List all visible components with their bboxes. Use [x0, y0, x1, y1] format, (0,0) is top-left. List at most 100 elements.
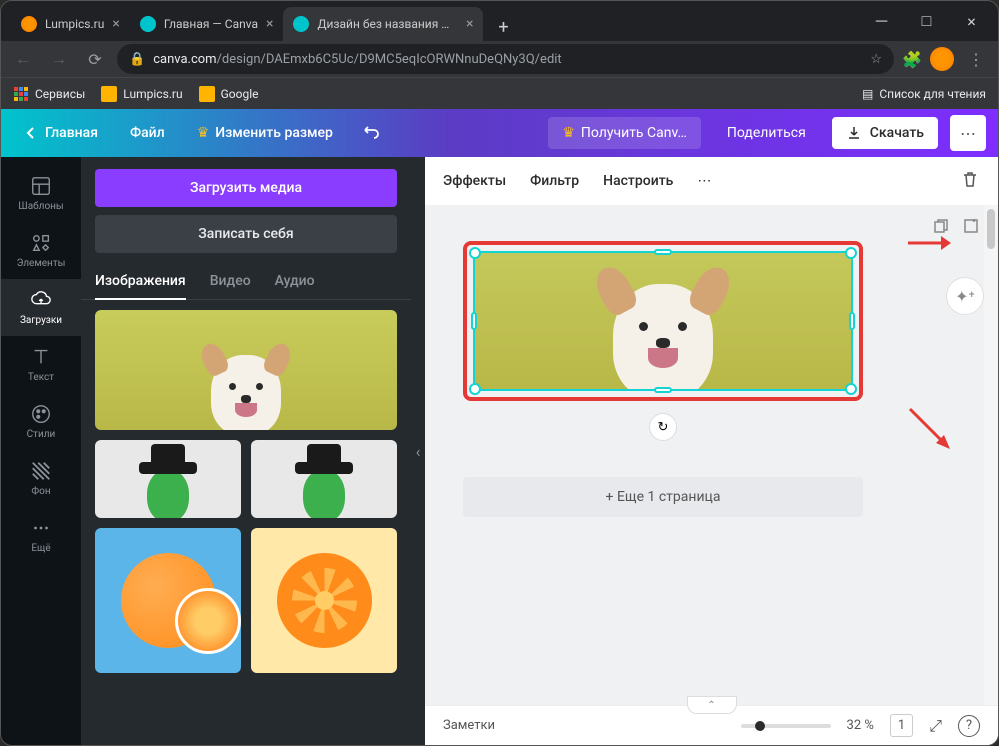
tab-video[interactable]: Видео	[210, 263, 251, 299]
upload-media-button[interactable]: Загрузить медиа	[95, 169, 397, 207]
close-icon[interactable]: ×	[466, 16, 473, 32]
close-icon[interactable]: ×	[112, 16, 119, 32]
home-button[interactable]: Главная	[13, 119, 108, 147]
tab-title: Дизайн без названия — 1280	[317, 17, 458, 31]
undo-button[interactable]	[355, 115, 387, 151]
bookmarks-bar: Сервисы Lumpics.ru Google ▤ Список для ч…	[1, 77, 998, 109]
resize-handle[interactable]	[845, 247, 857, 259]
add-page-button[interactable]	[962, 217, 980, 239]
new-tab-button[interactable]: +	[489, 13, 517, 41]
maximize-button[interactable]: □	[904, 6, 949, 36]
tab-favicon	[140, 16, 156, 32]
close-icon[interactable]: ×	[266, 16, 273, 32]
tab-audio[interactable]: Аудио	[275, 263, 315, 299]
more-button[interactable]: ⋯	[950, 115, 986, 151]
notes-button[interactable]: Заметки	[443, 718, 495, 733]
profile-avatar[interactable]	[930, 47, 954, 71]
selected-element[interactable]: ↻	[463, 241, 863, 401]
download-button[interactable]: Скачать	[832, 117, 938, 149]
fullscreen-button[interactable]: ⤢	[929, 716, 942, 736]
bookmark-label: Google	[221, 87, 259, 101]
scrollbar-vertical[interactable]	[984, 205, 998, 705]
add-page-bar[interactable]: + Еще 1 страница	[463, 477, 863, 517]
close-button[interactable]: ×	[949, 6, 994, 36]
bookmark-lumpics[interactable]: Lumpics.ru	[101, 86, 182, 102]
menu-icon[interactable]: ⋮	[962, 45, 990, 73]
home-label: Главная	[45, 125, 98, 141]
nav-uploads[interactable]: Загрузки	[1, 279, 81, 336]
templates-icon	[30, 175, 52, 197]
resize-handle[interactable]	[471, 312, 477, 330]
address-bar: ← → ⟳ 🔒 canva.com/design/DAEmxb6C5Uc/D9M…	[1, 41, 998, 77]
toolbar-more-button[interactable]: ⋯	[697, 173, 711, 189]
list-icon: ▤	[862, 87, 873, 101]
adjust-button[interactable]: Настроить	[603, 173, 673, 189]
nav-styles[interactable]: Стили	[1, 393, 81, 450]
nav-templates[interactable]: Шаблоны	[1, 165, 81, 222]
adjust-label: Настроить	[603, 173, 673, 189]
media-gallery	[81, 300, 411, 745]
page-indicator[interactable]: 1	[890, 714, 913, 737]
resize-handle[interactable]	[469, 383, 481, 395]
undo-icon	[361, 121, 381, 141]
effects-button[interactable]: Эффекты	[443, 173, 506, 189]
nav-elements[interactable]: Элементы	[1, 222, 81, 279]
media-item-mask-1[interactable]	[95, 440, 241, 518]
zoom-value: 32 %	[847, 718, 874, 733]
back-button[interactable]: ←	[9, 45, 37, 73]
reload-button[interactable]: ⟳	[81, 45, 109, 73]
canva-header: Главная Файл ♛ Изменить размер ♛ Получит…	[1, 109, 998, 157]
nav-background[interactable]: Фон	[1, 450, 81, 507]
resize-handle[interactable]	[654, 387, 672, 393]
nav-more[interactable]: Ещё	[1, 507, 81, 564]
tab-label: Изображения	[95, 273, 186, 289]
help-button[interactable]: ?	[958, 715, 980, 737]
forward-button[interactable]: →	[45, 45, 73, 73]
url-domain: canva.com	[153, 52, 216, 67]
resize-handle[interactable]	[845, 383, 857, 395]
reading-list-button[interactable]: ▤ Список для чтения	[862, 87, 986, 101]
tab-favicon	[293, 16, 309, 32]
share-button[interactable]: Поделиться	[713, 117, 820, 149]
nav-label: Загрузки	[20, 315, 62, 326]
media-item-orange-1[interactable]	[95, 528, 241, 673]
nav-label: Текст	[28, 372, 54, 383]
resize-handle[interactable]	[469, 247, 481, 259]
rotate-button[interactable]: ↻	[649, 413, 677, 441]
bookmark-services[interactable]: Сервисы	[13, 86, 85, 102]
media-item-orange-2[interactable]	[251, 528, 397, 673]
url-input[interactable]: 🔒 canva.com/design/DAEmxb6C5Uc/D9MC5eqIc…	[117, 44, 894, 74]
media-item-dog[interactable]	[95, 310, 397, 430]
canvas-workspace[interactable]: ↻ ✦⁺ + Еще 1 страница	[425, 205, 998, 745]
record-self-button[interactable]: Записать себя	[95, 215, 397, 253]
canvas-footer: ⌃ Заметки 32 % 1 ⤢ ?	[425, 705, 998, 745]
upload-label: Загрузить медиа	[190, 180, 302, 196]
extensions-icon[interactable]: 🧩	[902, 50, 922, 69]
media-item-mask-2[interactable]	[251, 440, 397, 518]
star-icon[interactable]: ☆	[870, 52, 882, 67]
tab-lumpics[interactable]: Lumpics.ru ×	[11, 7, 130, 41]
zoom-slider[interactable]	[741, 724, 831, 728]
magic-button[interactable]: ✦⁺	[946, 277, 984, 315]
browser-titlebar: Lumpics.ru × Главная — Canva × Дизайн бе…	[1, 1, 998, 41]
file-button[interactable]: Файл	[120, 119, 175, 147]
bookmark-google[interactable]: Google	[199, 86, 259, 102]
resize-button[interactable]: ♛ Изменить размер	[187, 119, 343, 147]
url-path: /design/DAEmxb6C5Uc/D9MC5eqIcORWNnuDeQNy…	[217, 52, 562, 67]
minimize-button[interactable]: ─	[859, 6, 904, 36]
filter-button[interactable]: Фильтр	[530, 173, 579, 189]
expand-notes-button[interactable]: ⌃	[687, 696, 737, 714]
record-label: Записать себя	[198, 226, 293, 242]
delete-button[interactable]	[960, 169, 980, 193]
get-canva-button[interactable]: ♛ Получить Canv…	[548, 117, 701, 149]
resize-handle[interactable]	[849, 312, 855, 330]
nav-text[interactable]: Текст	[1, 336, 81, 393]
tab-label: Видео	[210, 273, 251, 289]
reading-list-label: Список для чтения	[879, 87, 986, 101]
resize-handle[interactable]	[654, 249, 672, 255]
window-controls: ─ □ ×	[859, 6, 994, 36]
tab-canva-home[interactable]: Главная — Canva ×	[130, 7, 284, 41]
collapse-panel-button[interactable]: ‹	[411, 157, 425, 745]
tab-images[interactable]: Изображения	[95, 263, 186, 299]
tab-canva-design[interactable]: Дизайн без названия — 1280 ×	[283, 7, 483, 41]
